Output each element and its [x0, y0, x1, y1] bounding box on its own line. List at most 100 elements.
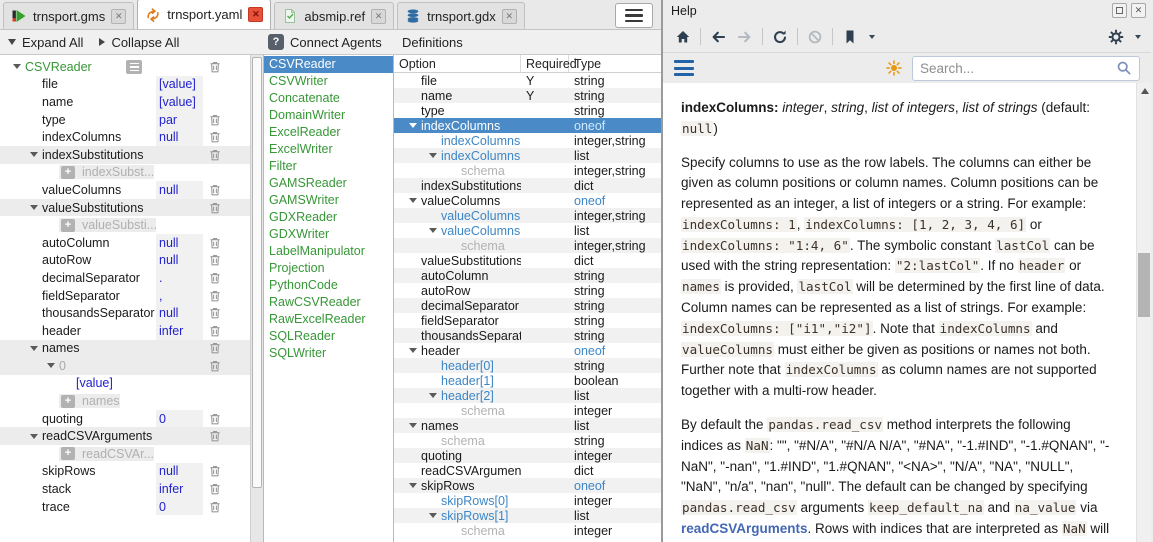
add-entry-button[interactable]: +readCSVAr...	[59, 447, 154, 461]
tree-value[interactable]: ,	[156, 287, 203, 305]
agent-item-GDXWriter[interactable]: GDXWriter	[264, 226, 393, 243]
tree-value[interactable]	[156, 375, 203, 393]
tree-row-decimalSeparator[interactable]: decimalSeparator.	[0, 269, 250, 287]
expander-icon[interactable]	[404, 483, 421, 488]
agent-item-LabelManipulator[interactable]: LabelManipulator	[264, 243, 393, 260]
definitions-row-skipRows[1][interactable]: skipRows[1]list	[394, 508, 661, 523]
definitions-row-indexColumns[0][interactable]: indexColumns[0]integer,string	[394, 133, 661, 148]
agent-item-GAMSReader[interactable]: GAMSReader	[264, 175, 393, 192]
tree-value[interactable]: 0	[156, 410, 203, 428]
float-window-icon[interactable]	[1112, 3, 1127, 18]
forward-icon[interactable]	[735, 27, 755, 47]
definitions-row-schema[interactable]: schemainteger,string	[394, 163, 661, 178]
tree-row-0[interactable]: 0	[0, 357, 250, 375]
definitions-row-schema[interactable]: schemainteger	[394, 403, 661, 418]
tree-value[interactable]: [value]	[156, 76, 203, 94]
doc-scrollbar-thumb[interactable]	[1138, 253, 1150, 317]
expander-icon[interactable]	[404, 423, 421, 428]
trash-icon[interactable]	[203, 113, 229, 127]
bookmark-dropdown-icon[interactable]	[869, 35, 875, 39]
tree-value[interactable]: infer	[156, 480, 203, 498]
definitions-row-schema[interactable]: schemastring	[394, 433, 661, 448]
definitions-row-indexColumns[1][interactable]: indexColumns[1]list	[394, 148, 661, 163]
tree-row-quoting[interactable]: quoting0	[0, 410, 250, 428]
tree-row-CSVReader[interactable]: CSVReader	[0, 58, 250, 76]
definitions-row-quoting[interactable]: quotinginteger	[394, 448, 661, 463]
trash-icon[interactable]	[203, 183, 229, 197]
close-icon[interactable]: ✕	[1131, 3, 1146, 18]
expander-icon[interactable]	[404, 348, 421, 353]
tree-row-stack[interactable]: stackinfer	[0, 480, 250, 498]
home-icon[interactable]	[673, 27, 693, 47]
tab-close-icon[interactable]: ✕	[111, 9, 126, 24]
definitions-row-valueColumns[0][interactable]: valueColumns[0]integer,string	[394, 208, 661, 223]
tree-row-type[interactable]: typepar	[0, 111, 250, 129]
agent-item-CSVWriter[interactable]: CSVWriter	[264, 73, 393, 90]
tree-row-autoColumn[interactable]: autoColumnnull	[0, 234, 250, 252]
agent-item-DomainWriter[interactable]: DomainWriter	[264, 107, 393, 124]
agent-item-SQLWriter[interactable]: SQLWriter	[264, 345, 393, 362]
definitions-row-decimalSeparator[interactable]: decimalSeparatorstring	[394, 298, 661, 313]
tree-value[interactable]: null	[156, 252, 203, 270]
definitions-row-header[2][interactable]: header[2]list	[394, 388, 661, 403]
tab-list-menu-button[interactable]	[615, 3, 653, 28]
trash-icon[interactable]	[203, 500, 229, 514]
tree-value[interactable]: 0	[156, 498, 203, 516]
tree-row-names[interactable]: names	[0, 340, 250, 358]
tree-row-name[interactable]: name[value]	[0, 93, 250, 111]
definitions-row-thousandsSeparator[interactable]: thousandsSeparatorstring	[394, 328, 661, 343]
trash-icon[interactable]	[203, 306, 229, 320]
tree-row-autoRow[interactable]: autoRownull	[0, 252, 250, 270]
tree-value[interactable]	[156, 357, 203, 375]
trash-icon[interactable]	[203, 324, 229, 338]
tree-value[interactable]: par	[156, 111, 203, 129]
tree-value[interactable]: .	[156, 269, 203, 287]
definitions-row-valueColumns[interactable]: valueColumnsoneof	[394, 193, 661, 208]
tab-trnsport.yaml[interactable]: trnsport.yaml✕	[137, 0, 271, 29]
tree-scrollbar-thumb[interactable]	[252, 57, 262, 488]
tree-value[interactable]	[156, 216, 203, 234]
trash-icon[interactable]	[203, 464, 229, 478]
search-input[interactable]	[920, 61, 1110, 76]
trash-icon[interactable]	[203, 482, 229, 496]
tree-value[interactable]: null	[156, 304, 203, 322]
gear-icon[interactable]	[1106, 27, 1126, 47]
tree-value[interactable]	[156, 427, 203, 445]
tree-row-indexSubst...[interactable]: +indexSubst...	[0, 164, 250, 182]
trash-icon[interactable]	[203, 253, 229, 267]
stop-icon[interactable]	[805, 27, 825, 47]
agent-item-PythonCode[interactable]: PythonCode	[264, 277, 393, 294]
expander-icon[interactable]	[25, 152, 42, 157]
definitions-row-name[interactable]: nameYstring	[394, 88, 661, 103]
tab-close-icon[interactable]: ✕	[502, 9, 517, 24]
tree-value[interactable]: [value]	[156, 93, 203, 111]
agent-item-Projection[interactable]: Projection	[264, 260, 393, 277]
expander-icon[interactable]	[25, 346, 42, 351]
definitions-row-header[0][interactable]: header[0]string	[394, 358, 661, 373]
agent-item-SQLReader[interactable]: SQLReader	[264, 328, 393, 345]
trash-icon[interactable]	[203, 271, 229, 285]
tree-value[interactable]: null	[156, 234, 203, 252]
tree-row-skipRows[interactable]: skipRowsnull	[0, 463, 250, 481]
back-icon[interactable]	[708, 27, 728, 47]
agent-item-CSVReader[interactable]: CSVReader	[264, 56, 393, 73]
tree-value[interactable]: null	[156, 463, 203, 481]
trash-icon[interactable]	[203, 341, 229, 355]
tree-value[interactable]	[156, 164, 203, 182]
agent-item-RawCSVReader[interactable]: RawCSVReader	[264, 294, 393, 311]
tree-row-fieldSeparator[interactable]: fieldSeparator,	[0, 287, 250, 305]
tree-value[interactable]	[156, 199, 203, 217]
tree-scrollbar[interactable]	[250, 55, 263, 542]
definitions-row-valueSubstitutions[interactable]: valueSubstitutionsdict	[394, 253, 661, 268]
collapse-all-button[interactable]: Collapse All	[99, 35, 179, 50]
tree-row-thousandsSeparator[interactable]: thousandsSeparatornull	[0, 304, 250, 322]
tree-row-trace[interactable]: trace0	[0, 498, 250, 516]
tab-close-icon[interactable]: ✕	[371, 9, 386, 24]
definitions-row-skipRows[0][interactable]: skipRows[0]integer	[394, 493, 661, 508]
tree-value[interactable]	[156, 340, 203, 358]
help-question-icon[interactable]: ?	[268, 34, 284, 50]
trash-icon[interactable]	[203, 289, 229, 303]
expand-all-button[interactable]: Expand All	[8, 35, 83, 50]
definitions-row-fieldSeparator[interactable]: fieldSeparatorstring	[394, 313, 661, 328]
light-mode-sun-icon[interactable]	[886, 60, 902, 76]
